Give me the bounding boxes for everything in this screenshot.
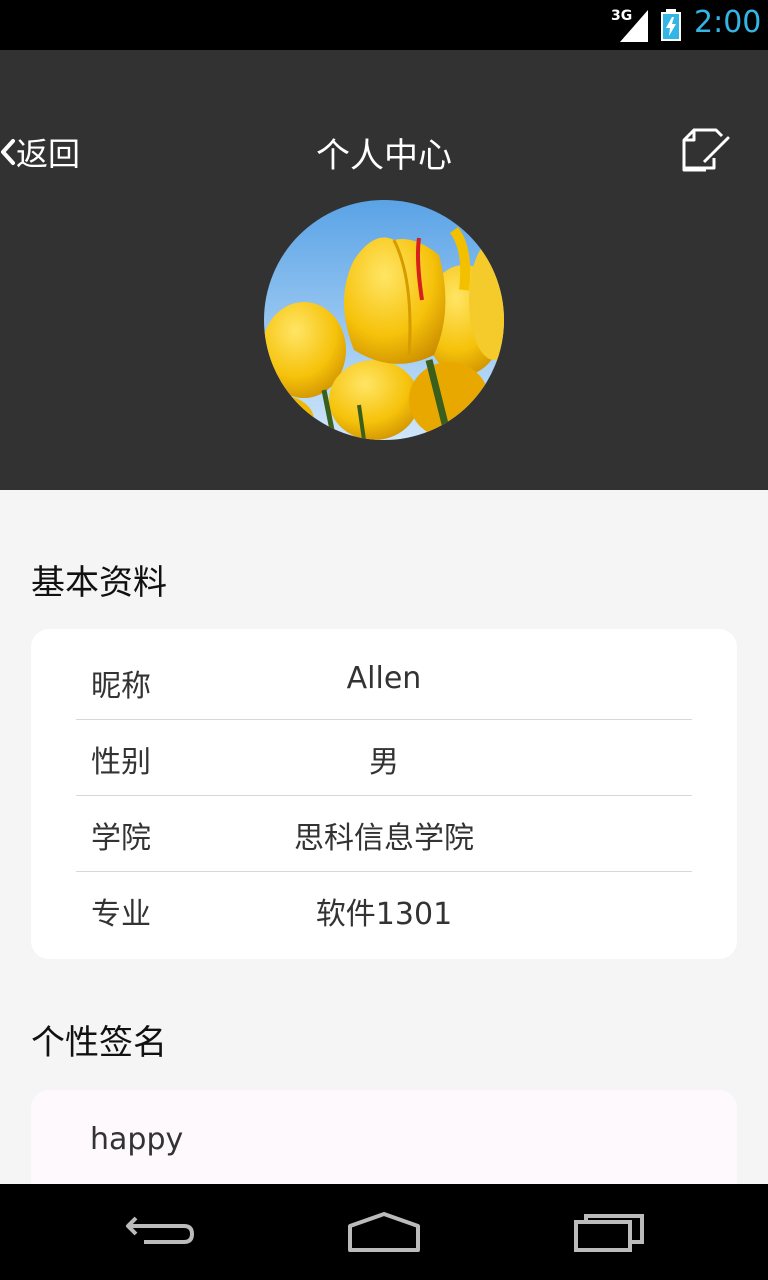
basic-info-card: 昵称 Allen 性别 男 学院 思科信息学院 专业 软件1301 bbox=[31, 629, 737, 959]
recent-apps-icon[interactable] bbox=[562, 1204, 658, 1260]
college-value: 思科信息学院 bbox=[294, 821, 474, 856]
status-bar: 3G 2:00 bbox=[0, 0, 768, 50]
info-row-nickname[interactable]: 昵称 Allen bbox=[76, 643, 692, 720]
page-title: 个人中心 bbox=[316, 136, 452, 176]
clock: 2:00 bbox=[694, 5, 762, 40]
basic-info-title: 基本资料 bbox=[31, 563, 167, 603]
profile-header: 返回 个人中心 bbox=[0, 50, 768, 490]
edit-icon[interactable] bbox=[680, 124, 732, 176]
major-value: 软件1301 bbox=[315, 897, 453, 932]
info-row-major[interactable]: 专业 软件1301 bbox=[76, 871, 692, 947]
home-icon[interactable] bbox=[336, 1204, 432, 1260]
battery-charging-icon bbox=[661, 9, 681, 41]
nickname-value: Allen bbox=[346, 661, 422, 696]
avatar[interactable] bbox=[264, 200, 504, 440]
signal-icon bbox=[620, 10, 648, 42]
gender-value: 男 bbox=[369, 745, 399, 780]
signature-title: 个性签名 bbox=[31, 1023, 167, 1063]
back-nav-icon[interactable] bbox=[112, 1204, 208, 1260]
info-row-gender[interactable]: 性别 男 bbox=[76, 719, 692, 796]
tulip-photo bbox=[264, 200, 504, 440]
info-row-college[interactable]: 学院 思科信息学院 bbox=[76, 795, 692, 872]
signature-text: happy bbox=[90, 1122, 184, 1157]
navigation-bar bbox=[0, 1184, 768, 1280]
